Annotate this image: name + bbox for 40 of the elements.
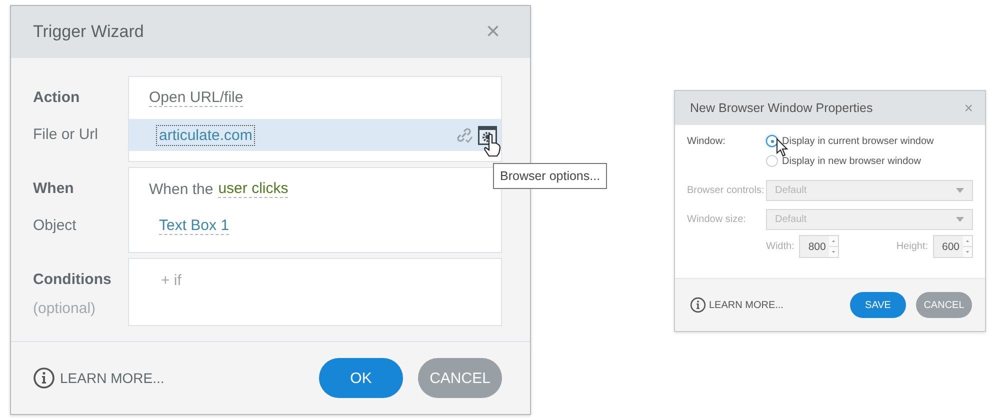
close-icon[interactable]: × [964,100,973,116]
stepper-icon[interactable] [963,236,972,257]
info-icon[interactable] [33,367,55,389]
field-label: Object [33,216,76,234]
radio-button[interactable] [766,155,778,167]
add-condition-link[interactable]: + if [161,272,182,288]
info-icon[interactable] [690,297,706,313]
field-label: Width: [766,241,794,252]
save-button[interactable]: SAVE [850,292,906,318]
field-text: When the [149,180,214,198]
radio-button[interactable] [766,135,778,147]
url-link[interactable]: articulate.com [157,126,254,144]
learn-more-link[interactable]: LEARN MORE... [60,370,164,386]
field-label: Window: [687,136,726,147]
number-field[interactable]: 600 [933,235,973,258]
dialog-title: Trigger Wizard [33,22,144,42]
field-note: (optional) [33,300,97,317]
caret-icon [956,217,964,222]
cancel-button[interactable]: CANCEL [418,358,502,398]
field-label: File or Url [33,126,98,142]
close-icon[interactable]: × [486,20,500,44]
object-link[interactable]: Text Box 1 [159,217,230,235]
cancel-button[interactable]: CANCEL [916,292,972,318]
action-link[interactable]: Open URL/file [149,89,244,107]
dialog-title: New Browser Window Properties [690,101,873,115]
learn-more-link[interactable]: LEARN MORE... [709,300,784,310]
field-label: Window size: [687,214,747,225]
selected-row[interactable]: articulate.com [129,119,501,151]
ok-button[interactable]: OK [319,358,403,398]
radio-label[interactable]: Display in current browser window [782,136,934,146]
field-label: When [33,180,74,196]
field-label: Conditions [33,270,112,288]
tooltip: Browser options... [493,163,608,189]
field-label: Height: [896,241,928,252]
number-field[interactable]: 800 [799,235,840,258]
field-label: Browser controls: [687,185,766,196]
field-label: Action [33,88,80,106]
event-link[interactable]: user clicks [218,180,288,198]
caret-icon [956,188,964,193]
radio-label[interactable]: Display in new browser window [782,156,921,166]
